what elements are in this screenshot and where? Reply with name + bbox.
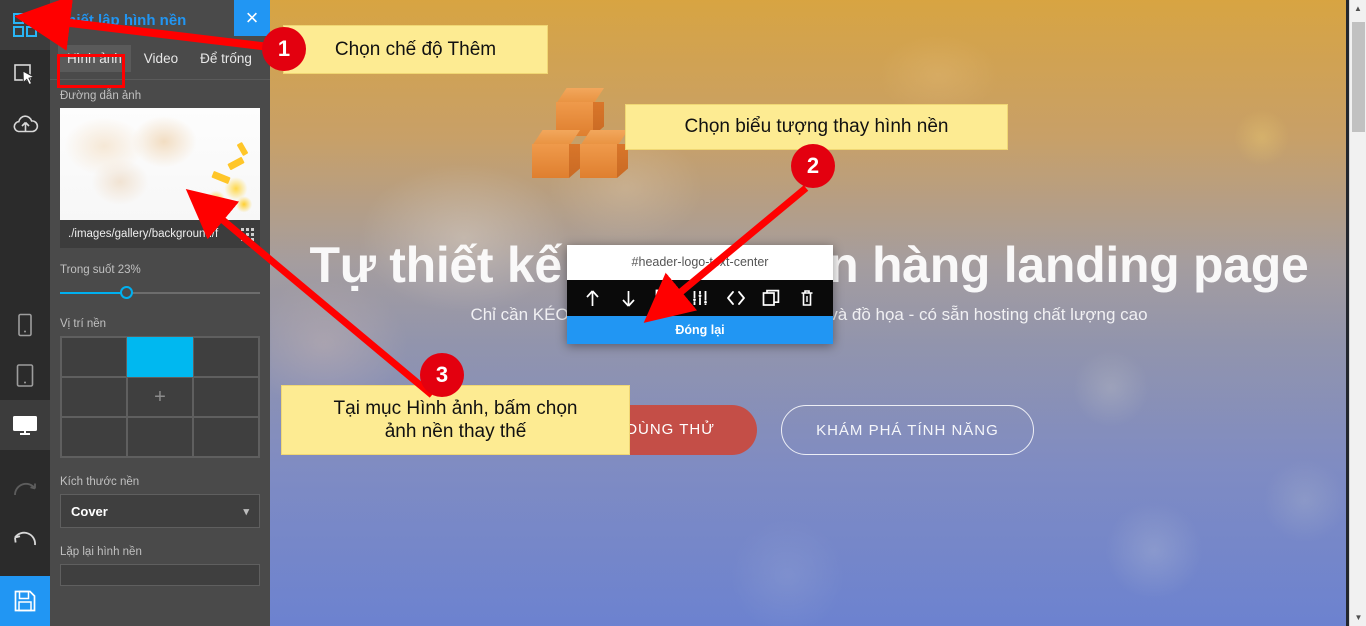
background-size-select[interactable]: Cover ▾: [60, 494, 260, 528]
position-cell-top-left[interactable]: [61, 337, 127, 377]
position-cell-top-right[interactable]: [193, 337, 259, 377]
position-cell-top-center[interactable]: [127, 337, 193, 377]
annotation-badge-1: 1: [262, 27, 306, 71]
position-cell-bottom-center[interactable]: [127, 417, 193, 457]
tab-empty[interactable]: Để trống: [191, 45, 261, 72]
annotation-number-3: 3: [435, 362, 449, 387]
close-toolbar-button[interactable]: Đóng lại: [567, 316, 833, 344]
position-cell-bottom-right[interactable]: [193, 417, 259, 457]
orange-cubes-logo[interactable]: [532, 88, 628, 180]
add-blocks-button[interactable]: [0, 0, 50, 50]
delete-icon[interactable]: [794, 285, 820, 311]
desktop-icon: [13, 416, 37, 435]
panel-header: Thiết lập hình nền ×: [50, 0, 270, 38]
code-view-icon[interactable]: [723, 285, 749, 311]
close-panel-button[interactable]: ×: [234, 0, 270, 36]
annotation-note-3: Tại mục Hình ảnh, bấm chọn ảnh nền thay …: [281, 385, 630, 455]
opacity-section: Trong suốt 23%: [50, 248, 270, 300]
annotation-badge-2: 2: [791, 144, 835, 188]
annotation-text-1: Chọn chế độ Thêm: [334, 38, 497, 60]
slider-fill: [60, 292, 126, 294]
image-thumbnail-box[interactable]: ./images/gallery/background/f: [60, 108, 260, 248]
rail-item-redo[interactable]: [0, 465, 50, 515]
background-settings-panel: Thiết lập hình nền × Hình ảnh Video Để t…: [50, 0, 270, 626]
redo-icon: [14, 482, 36, 496]
rail-item-mobile-view[interactable]: [0, 300, 50, 350]
grid-dots-icon[interactable]: [241, 227, 254, 241]
element-toolbar-popup[interactable]: #header-logo-text-center Đóng lại: [567, 245, 833, 344]
chevron-down-icon: ▾: [243, 505, 249, 518]
explore-features-button[interactable]: KHÁM PHÁ TÍNH NĂNG: [781, 405, 1034, 455]
repeat-label: Lặp lại hình nền: [60, 546, 142, 558]
left-icon-rail: [0, 0, 50, 626]
scrollbar-thumb[interactable]: [1352, 22, 1365, 132]
rail-item-upload[interactable]: [0, 100, 50, 150]
image-path-label: Đường dẫn ảnh: [60, 90, 142, 102]
slider-knob[interactable]: [120, 286, 133, 299]
element-toolbar-icons: [567, 280, 833, 316]
annotation-badge-3: 3: [420, 353, 464, 397]
background-size-value: Cover: [71, 503, 108, 519]
opacity-slider[interactable]: [60, 286, 260, 300]
position-cell-center[interactable]: +: [127, 377, 193, 417]
pointer-select-icon: [14, 64, 36, 86]
opacity-label: Trong suốt 23%: [60, 264, 141, 276]
selected-element-id: #header-logo-text-center: [567, 245, 833, 280]
background-image-icon[interactable]: [651, 285, 677, 311]
image-path-field[interactable]: ./images/gallery/background/f: [60, 220, 260, 248]
browser-scrollbar[interactable]: ▲ ▼: [1349, 0, 1366, 626]
size-section: Kích thước nền Cover ▾: [50, 458, 270, 528]
duplicate-icon[interactable]: [758, 285, 784, 311]
tab-video[interactable]: Video: [135, 45, 187, 72]
move-up-icon[interactable]: [580, 285, 606, 311]
annotation-note-1: Chọn chế độ Thêm: [283, 25, 548, 74]
save-button[interactable]: [0, 576, 50, 626]
annotation-text-2: Chọn biểu tượng thay hình nền: [684, 116, 949, 138]
mobile-icon: [18, 313, 32, 337]
size-label: Kích thước nền: [60, 476, 140, 488]
repeat-section: Lặp lại hình nền: [50, 528, 270, 586]
annotation-text-3: Tại mục Hình ảnh, bấm chọn ảnh nền thay …: [333, 397, 578, 442]
rail-item-desktop-view[interactable]: [0, 400, 50, 450]
background-repeat-select[interactable]: [60, 564, 260, 586]
position-label: Vị trí nền: [60, 318, 107, 330]
caret-down-icon[interactable]: ▼: [1350, 609, 1366, 626]
annotation-number-1: 1: [277, 36, 291, 61]
position-cell-middle-right[interactable]: [193, 377, 259, 417]
floppy-save-icon: [14, 590, 36, 612]
position-cell-middle-left[interactable]: [61, 377, 127, 417]
move-down-icon[interactable]: [616, 285, 642, 311]
tablet-icon: [16, 363, 34, 387]
image-path-section: Đường dẫn ảnh ./images/gallery/backgroun…: [50, 80, 270, 248]
plus-icon: +: [154, 385, 166, 408]
image-path-value: ./images/gallery/background/f: [68, 228, 219, 240]
rail-item-select[interactable]: [0, 50, 50, 100]
annotation-note-2: Chọn biểu tượng thay hình nền: [625, 104, 1008, 150]
image-thumbnail[interactable]: [60, 108, 260, 220]
caret-up-icon[interactable]: ▲: [1350, 0, 1366, 17]
panel-title: Thiết lập hình nền: [58, 12, 187, 29]
rail-item-undo[interactable]: [0, 515, 50, 565]
position-cell-bottom-left[interactable]: [61, 417, 127, 457]
highlight-box-image-tab: [57, 54, 125, 88]
undo-icon: [14, 531, 36, 546]
cloud-upload-icon: [13, 115, 38, 133]
annotation-number-2: 2: [806, 153, 820, 178]
settings-sliders-icon[interactable]: [687, 285, 713, 311]
grid-plus-icon: [13, 13, 37, 37]
rail-item-tablet-view[interactable]: [0, 350, 50, 400]
position-section: Vị trí nền +: [50, 300, 270, 458]
background-position-grid[interactable]: +: [60, 336, 260, 458]
